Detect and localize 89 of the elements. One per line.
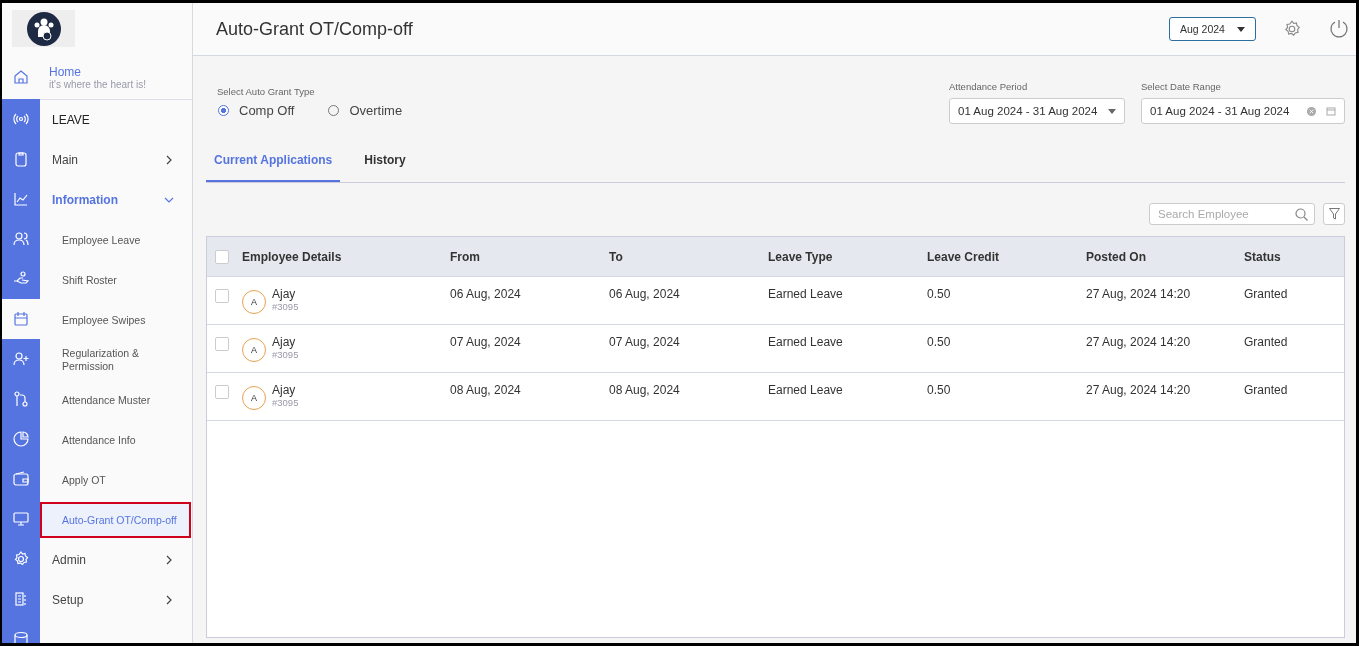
home-icon xyxy=(12,68,30,86)
home-label: Home xyxy=(49,64,82,79)
home-link[interactable]: Home it's where the heart is! xyxy=(40,55,192,100)
nav-item[interactable]: Employee Leave xyxy=(40,233,184,247)
search-field[interactable]: Search Employee xyxy=(1149,203,1315,225)
table-cell: 27 Aug, 2024 14:20 xyxy=(1086,335,1191,349)
nav-group[interactable]: Information xyxy=(40,180,192,220)
nav-item[interactable]: Employee Swipes xyxy=(40,313,184,327)
checkbox[interactable] xyxy=(215,289,229,303)
nav-item[interactable]: Attendance Info xyxy=(40,433,184,447)
caret-icon xyxy=(1108,108,1116,114)
checkbox[interactable] xyxy=(215,249,229,264)
table-cell: Granted xyxy=(1244,383,1288,397)
table-cell: 27 Aug, 2024 14:20 xyxy=(1086,383,1191,397)
table-cell: Earned Leave xyxy=(768,383,843,397)
nav-item[interactable]: Shift Roster xyxy=(40,273,184,287)
tab[interactable]: Current Applications xyxy=(206,143,341,182)
page-title: Auto-Grant OT/Comp-off xyxy=(216,18,413,40)
home-subtitle: it's where the heart is! xyxy=(49,78,147,90)
column-header: Leave Credit xyxy=(927,249,1000,264)
nav-group[interactable]: Admin xyxy=(40,540,192,580)
field-label: Select Date Range xyxy=(1141,81,1222,92)
table-cell: 0.50 xyxy=(927,383,951,397)
table-cell: 0.50 xyxy=(927,335,951,349)
people-icon xyxy=(12,230,30,248)
column-header: Posted On xyxy=(1086,249,1146,264)
gear-icon xyxy=(12,550,30,568)
clipboard-icon xyxy=(12,150,30,168)
table-cell: Earned Leave xyxy=(768,335,843,349)
column-header: Leave Type xyxy=(768,249,833,264)
calendar-icon[interactable] xyxy=(1326,106,1336,116)
checkbox[interactable] xyxy=(215,385,229,399)
column-header: Employee Details xyxy=(242,249,342,264)
section-heading: LEAVE xyxy=(52,113,90,127)
power-icon[interactable] xyxy=(1328,18,1350,40)
search-icon xyxy=(1295,208,1308,221)
nav-item[interactable]: Regularization & Permission xyxy=(40,347,184,373)
calendar-icon xyxy=(12,310,30,328)
column-header: To xyxy=(609,249,623,264)
column-header: Status xyxy=(1244,249,1281,264)
wallet-icon xyxy=(12,470,30,488)
month-dropdown[interactable]: Aug 2024 xyxy=(1169,17,1256,41)
monitor-icon xyxy=(12,510,30,528)
employee-id: #3095 xyxy=(272,397,299,408)
employee-name: Ajay xyxy=(272,383,297,397)
table-cell: 27 Aug, 2024 14:20 xyxy=(1086,287,1191,301)
nav-item[interactable]: Apply OT xyxy=(40,473,184,487)
filter-button[interactable] xyxy=(1323,203,1345,225)
radio-option[interactable]: Comp Off xyxy=(218,103,295,118)
branch-icon xyxy=(12,390,30,408)
table-cell: 08 Aug, 2024 xyxy=(609,383,680,397)
table-cell: Granted xyxy=(1244,287,1288,301)
column-header: From xyxy=(450,249,480,264)
database-icon xyxy=(12,630,30,643)
checkbox[interactable] xyxy=(215,337,229,351)
table-cell: 06 Aug, 2024 xyxy=(609,287,680,301)
line-chart-icon xyxy=(12,190,30,208)
table-cell: 07 Aug, 2024 xyxy=(450,335,521,349)
caret-icon xyxy=(1237,26,1245,32)
field-label: Select Auto Grant Type xyxy=(217,86,316,97)
clear-icon[interactable] xyxy=(1307,106,1316,116)
tab[interactable]: History xyxy=(356,143,414,182)
chevron-down-icon xyxy=(164,195,174,205)
table-cell: Earned Leave xyxy=(768,287,843,301)
radio-option[interactable]: Overtime xyxy=(328,103,403,118)
table-cell: 08 Aug, 2024 xyxy=(450,383,521,397)
settings-icon[interactable] xyxy=(1282,19,1302,39)
table-cell: 06 Aug, 2024 xyxy=(450,287,521,301)
table-cell: Granted xyxy=(1244,335,1288,349)
nav-group[interactable]: Main xyxy=(40,140,192,180)
employee-name: Ajay xyxy=(272,287,297,301)
nav-group[interactable]: Setup xyxy=(40,580,192,620)
employee-id: #3095 xyxy=(272,301,299,312)
period-dropdown[interactable]: 01 Aug 2024 - 31 Aug 2024 xyxy=(949,98,1125,124)
chevron-right-icon xyxy=(164,555,174,565)
table-cell: 07 Aug, 2024 xyxy=(609,335,680,349)
table-cell: 0.50 xyxy=(927,287,951,301)
nav-item[interactable]: Attendance Muster xyxy=(40,393,184,407)
employee-id: #3095 xyxy=(272,349,299,360)
filter-icon xyxy=(1328,208,1340,220)
chevron-right-icon xyxy=(164,155,174,165)
radio-button[interactable] xyxy=(218,105,229,116)
chevron-right-icon xyxy=(164,595,174,605)
date-range-field[interactable]: 01 Aug 2024 - 31 Aug 2024 xyxy=(1141,98,1345,124)
field-label: Attendance Period xyxy=(949,81,1029,92)
add-user-icon xyxy=(12,350,30,368)
pie-chart-icon xyxy=(12,430,30,448)
employee-name: Ajay xyxy=(272,335,297,349)
nav-item[interactable]: Auto-Grant OT/Comp-off xyxy=(40,502,191,538)
